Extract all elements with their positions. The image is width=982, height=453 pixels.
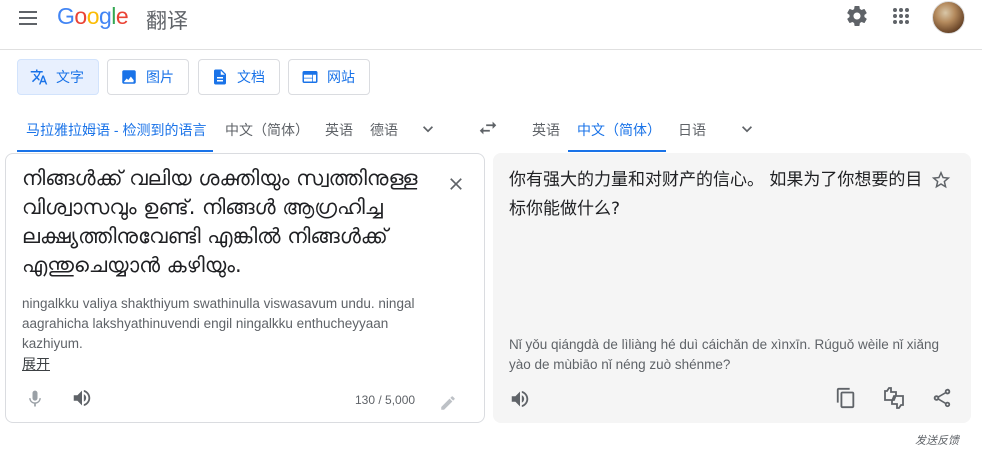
target-lang-underline bbox=[568, 150, 666, 152]
source-panel: നിങ്ങൾക്ക് വലിയ ശക്തിയും സ്വത്തിനുള്ള വി… bbox=[5, 153, 485, 423]
product-name: 翻译 bbox=[146, 10, 188, 33]
image-icon bbox=[120, 68, 138, 86]
star-icon[interactable] bbox=[930, 169, 954, 193]
copy-icon[interactable] bbox=[833, 385, 859, 411]
source-transliteration: ningalkku valiya shakthiyum swathinulla … bbox=[22, 296, 415, 351]
target-speaker-icon[interactable] bbox=[507, 386, 533, 412]
source-text-input[interactable]: നിങ്ങൾക്ക് വലിയ ശക്തിയും സ്വത്തിനുള്ള വി… bbox=[22, 164, 432, 280]
send-feedback-link[interactable]: 发送反馈 bbox=[915, 432, 959, 448]
target-lang-chevron-down-icon[interactable] bbox=[737, 119, 757, 139]
tab-text-label: 文字 bbox=[56, 69, 84, 85]
source-lang-chinese[interactable]: 中文（简体） bbox=[225, 120, 309, 140]
rate-translation-icon[interactable] bbox=[881, 385, 907, 411]
menu-icon[interactable] bbox=[17, 6, 41, 30]
source-lang-english[interactable]: 英语 bbox=[325, 120, 353, 140]
website-icon bbox=[301, 68, 319, 86]
target-lang-chinese[interactable]: 中文（简体） bbox=[577, 120, 661, 140]
google-logo[interactable]: Google bbox=[57, 3, 129, 30]
settings-icon[interactable] bbox=[845, 4, 871, 30]
source-speaker-icon[interactable] bbox=[69, 385, 95, 411]
source-lang-german[interactable]: 德语 bbox=[370, 120, 400, 140]
tab-document[interactable]: 文档 bbox=[198, 59, 280, 95]
tab-text[interactable]: 文字 bbox=[17, 59, 99, 95]
target-lang-english[interactable]: 英语 bbox=[532, 120, 560, 140]
tab-image[interactable]: 图片 bbox=[107, 59, 189, 95]
swap-languages-icon[interactable] bbox=[477, 117, 499, 139]
tab-image-label: 图片 bbox=[146, 69, 174, 85]
edit-pencil-icon[interactable] bbox=[435, 390, 461, 416]
apps-icon[interactable] bbox=[889, 4, 915, 30]
source-lang-chevron-down-icon[interactable] bbox=[418, 119, 438, 139]
target-panel: 你有强大的力量和对财产的信心。 如果为了你想要的目标你能做什么? Nǐ yǒu … bbox=[493, 153, 971, 423]
app-header: Google 翻译 bbox=[0, 0, 982, 50]
share-icon[interactable] bbox=[929, 385, 955, 411]
tab-document-label: 文档 bbox=[237, 69, 265, 85]
avatar[interactable] bbox=[932, 1, 965, 34]
target-lang-japanese[interactable]: 日语 bbox=[678, 120, 706, 140]
char-counter: 130 / 5,000 bbox=[355, 393, 416, 407]
translate-text-icon bbox=[30, 68, 48, 86]
source-lang-underline bbox=[17, 150, 213, 152]
expand-link[interactable]: 展开 bbox=[22, 354, 50, 374]
tab-website[interactable]: 网站 bbox=[288, 59, 370, 95]
source-lang-detected[interactable]: 马拉雅拉姆语 - 检测到的语言 bbox=[26, 120, 206, 140]
document-icon bbox=[211, 68, 229, 86]
tab-website-label: 网站 bbox=[327, 69, 355, 85]
clear-source-icon[interactable] bbox=[446, 174, 466, 194]
target-transliteration: Nǐ yǒu qiángdà de lìliàng hé duì cáichǎn… bbox=[509, 337, 940, 372]
microphone-icon[interactable] bbox=[22, 386, 48, 412]
translation-output: 你有强大的力量和对财产的信心。 如果为了你想要的目标你能做什么? bbox=[509, 170, 923, 219]
